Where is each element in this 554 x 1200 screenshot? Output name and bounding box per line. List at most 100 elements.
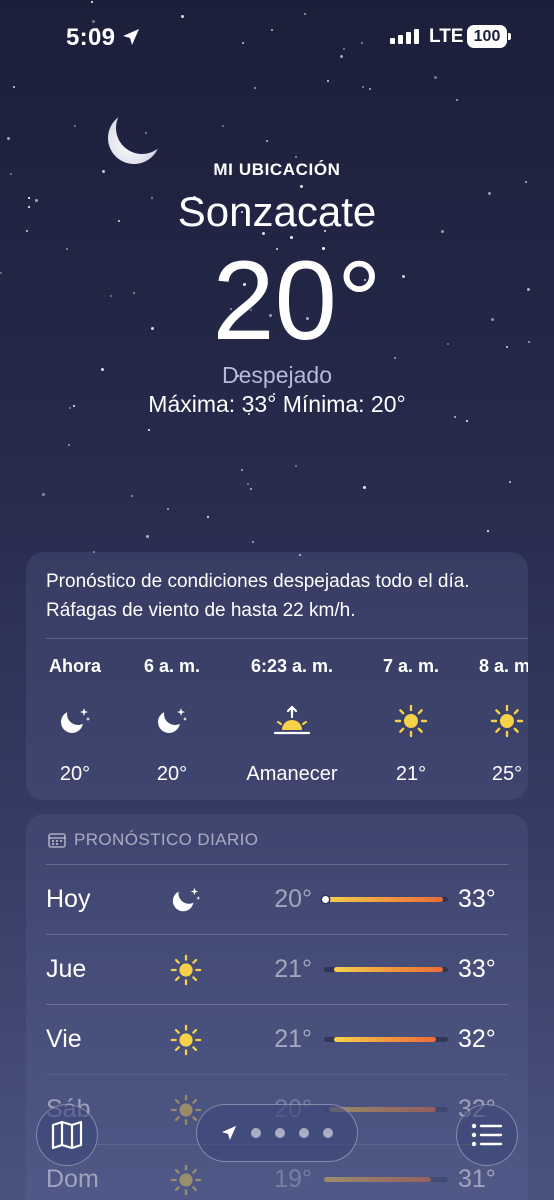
divider — [46, 934, 508, 935]
star — [7, 137, 10, 140]
star — [13, 86, 15, 88]
sun-icon — [466, 699, 528, 743]
hourly-item: 6:23 a. m. Amanecer — [226, 656, 358, 786]
low-temperature: 19° — [274, 1165, 312, 1193]
hour-label: 6 a. m. — [143, 656, 201, 676]
star — [42, 493, 45, 496]
moon-stars-icon — [26, 699, 124, 743]
high-temperature: 33° — [458, 955, 496, 983]
hourly-item: 7 a. m. 21° — [370, 656, 452, 786]
hour-label: 8 a. m. — [478, 656, 528, 676]
star — [487, 530, 489, 532]
moon-stars-icon — [126, 699, 218, 743]
star — [295, 156, 297, 158]
high-temperature: 32° — [458, 1025, 496, 1053]
temperature-range-fill — [324, 897, 444, 902]
star — [327, 80, 329, 82]
temperature-range-fill — [324, 1177, 431, 1182]
divider — [46, 864, 508, 865]
divider — [46, 1074, 508, 1075]
temperature-range-bar — [324, 1037, 448, 1042]
star — [68, 444, 70, 446]
sun-icon — [166, 950, 206, 990]
map-icon — [51, 1120, 83, 1150]
hourly-item: 6 a. m. 20° — [126, 656, 218, 786]
daily-row[interactable]: Vie 21° 32° — [26, 1004, 528, 1074]
daily-row[interactable]: Hoy 20° 33° — [26, 864, 528, 934]
day-name: Vie — [46, 1025, 82, 1053]
high-temperature: 33° — [458, 885, 496, 913]
star — [146, 535, 149, 538]
day-name: Dom — [46, 1165, 99, 1193]
hour-label: Ahora — [48, 656, 101, 676]
daily-forecast-title: PRONÓSTICO DIARIO — [74, 830, 259, 849]
battery-icon: 100 — [467, 25, 511, 48]
location-label: MI UBICACIÓN — [213, 160, 341, 179]
star — [456, 99, 458, 101]
star — [363, 486, 366, 489]
hourly-forecast-card[interactable]: Pronóstico de condiciones despejadas tod… — [26, 552, 528, 800]
temperature-range-bar — [324, 1177, 448, 1182]
star — [222, 125, 224, 127]
star — [466, 420, 468, 422]
hour-temperature: 20° — [156, 763, 188, 785]
daily-forecast-header: PRONÓSTICO DIARIO — [48, 830, 258, 850]
divider — [46, 638, 528, 639]
hour-temperature: Amanecer — [246, 763, 338, 785]
day-name: Jue — [46, 955, 87, 983]
hour-temperature: 20° — [59, 763, 91, 785]
list-icon — [471, 1123, 503, 1147]
star — [362, 86, 364, 88]
sun-icon — [166, 1020, 206, 1060]
high-low-text: Máxima: 33° Mínima: 20° — [148, 391, 406, 417]
low-temperature: 21° — [274, 1025, 312, 1053]
high-temperature: 31° — [458, 1165, 496, 1193]
star — [369, 88, 371, 90]
star — [167, 508, 169, 510]
location-arrow-icon — [123, 29, 139, 45]
cellular-signal-icon — [390, 29, 419, 44]
page-dot[interactable] — [323, 1128, 333, 1138]
page-dot[interactable] — [275, 1128, 285, 1138]
temperature-range-bar — [324, 967, 448, 972]
hour-temperature: 25° — [491, 763, 523, 785]
calendar-icon — [48, 833, 66, 848]
map-button[interactable] — [36, 1104, 98, 1166]
star — [247, 483, 249, 485]
star — [434, 76, 437, 79]
low-temperature: 20° — [274, 885, 312, 913]
page-indicator[interactable] — [196, 1104, 358, 1162]
hour-label: 7 a. m. — [382, 656, 440, 676]
temperature-range-fill — [333, 967, 444, 972]
hourly-item: Ahora 20° — [26, 656, 124, 786]
sun-icon — [370, 699, 452, 743]
sun-icon — [166, 1160, 206, 1200]
daily-row[interactable]: Jue 21° 33° — [26, 934, 528, 1004]
star — [241, 469, 243, 471]
star — [509, 481, 511, 483]
current-temperature: 20° — [212, 238, 382, 363]
star — [252, 541, 254, 543]
star — [207, 516, 209, 518]
condition-text: Despejado — [222, 362, 332, 388]
star — [148, 429, 150, 431]
temperature-range-bar — [322, 896, 448, 903]
page-dot[interactable] — [299, 1128, 309, 1138]
star — [295, 465, 297, 467]
sunrise-icon — [226, 699, 358, 743]
network-type: LTE — [429, 26, 464, 47]
low-temperature: 21° — [274, 955, 312, 983]
page-dot[interactable] — [251, 1128, 261, 1138]
hour-temperature: 21° — [395, 763, 427, 785]
star — [266, 140, 268, 142]
forecast-summary: Pronóstico de condiciones despejadas tod… — [46, 571, 470, 621]
city-list-button[interactable] — [456, 1104, 518, 1166]
star — [254, 87, 256, 89]
status-time: 5:09 — [66, 24, 116, 51]
star — [74, 125, 76, 127]
status-bar: 5:09 LTE 100 — [0, 0, 554, 76]
location-arrow-icon — [221, 1125, 237, 1141]
current-weather-header: MI UBICACIÓN Sonzacate 20° Despejado Máx… — [0, 160, 554, 418]
day-name: Hoy — [46, 885, 91, 913]
hourly-item: 8 a. m. 25° — [466, 656, 528, 786]
